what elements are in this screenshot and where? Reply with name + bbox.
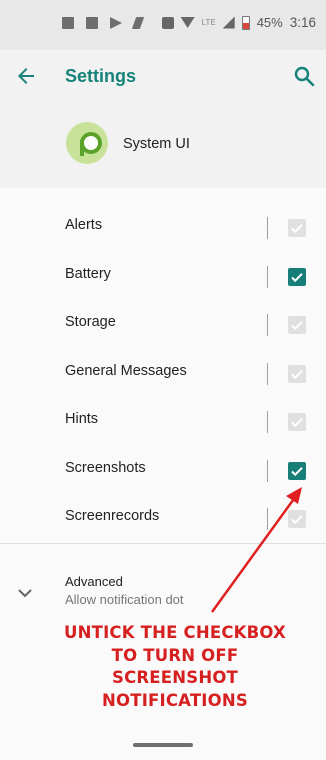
- category-label: Hints: [65, 411, 99, 427]
- network-label: LTE: [201, 18, 216, 27]
- category-row-alerts[interactable]: Alerts: [0, 203, 326, 252]
- screenrecords-checkbox[interactable]: [288, 510, 306, 528]
- navigation-bar: [0, 730, 326, 760]
- divider: [267, 265, 268, 288]
- status-icons: LTE 45% 3:16: [161, 15, 316, 30]
- battery-percent: 45%: [256, 15, 283, 30]
- volte-call-icon: [161, 16, 174, 29]
- advanced-section[interactable]: Advanced Allow notification dot: [0, 544, 326, 614]
- battery-icon: [241, 15, 250, 30]
- app-name: System UI: [123, 136, 190, 152]
- notification-icons: [62, 17, 145, 29]
- category-row-screenrecords[interactable]: Screenrecords: [0, 494, 326, 543]
- divider: [267, 459, 268, 482]
- home-gesture-pill[interactable]: [133, 743, 193, 747]
- storage-checkbox[interactable]: [288, 316, 306, 334]
- app-header: Settings System UI: [0, 50, 326, 188]
- category-row-general-messages[interactable]: General Messages: [0, 349, 326, 398]
- search-icon[interactable]: [292, 64, 316, 88]
- screenshots-checkbox[interactable]: [288, 461, 306, 480]
- category-label: General Messages: [65, 362, 187, 379]
- signal-icon: [222, 16, 235, 29]
- status-bar: LTE 45% 3:16: [0, 0, 326, 50]
- annotation-line: SCREENSHOT: [111, 668, 239, 687]
- category-row-screenshots[interactable]: Screenshots: [0, 446, 326, 495]
- wifi-icon: [180, 17, 195, 28]
- divider: [267, 217, 268, 239]
- divider: [267, 314, 268, 336]
- back-arrow-icon[interactable]: [14, 64, 38, 88]
- advanced-subtitle: Allow notification dot: [65, 592, 184, 607]
- general-messages-checkbox[interactable]: [288, 364, 306, 383]
- clock: 3:16: [289, 15, 316, 30]
- divider: [267, 411, 268, 433]
- category-label: Screenrecords: [65, 508, 160, 524]
- category-label: Battery: [65, 265, 111, 282]
- annotation-line: NOTIFICATIONS: [102, 690, 248, 710]
- notification-category-list: Alerts Battery Storage General Messages …: [0, 188, 326, 530]
- missed-call-icon: [131, 17, 145, 29]
- divider: [267, 508, 268, 530]
- hints-checkbox[interactable]: [288, 413, 306, 431]
- annotation-line: UNTICK THE CHECKBOX: [64, 623, 286, 642]
- play-store-icon: [110, 17, 122, 29]
- chevron-down-icon: [18, 589, 32, 598]
- divider: [267, 362, 268, 385]
- category-row-hints[interactable]: Hints: [0, 397, 326, 446]
- annotation-text: UNTICK THE CHECKBOX TO TURN OFF SCREENSH…: [30, 622, 320, 712]
- page-title: Settings: [65, 66, 137, 86]
- category-label: Storage: [65, 314, 116, 330]
- alerts-checkbox[interactable]: [288, 219, 306, 237]
- category-row-storage[interactable]: Storage: [0, 300, 326, 349]
- app-icon: [66, 122, 108, 164]
- category-label: Screenshots: [65, 459, 146, 476]
- battery-checkbox[interactable]: [288, 267, 306, 286]
- film-icon: [86, 17, 98, 29]
- category-label: Alerts: [65, 217, 103, 233]
- advanced-title: Advanced: [65, 574, 123, 589]
- image-icon: [62, 17, 74, 29]
- category-row-battery[interactable]: Battery: [0, 252, 326, 301]
- annotation-line: TO TURN OFF: [111, 645, 239, 665]
